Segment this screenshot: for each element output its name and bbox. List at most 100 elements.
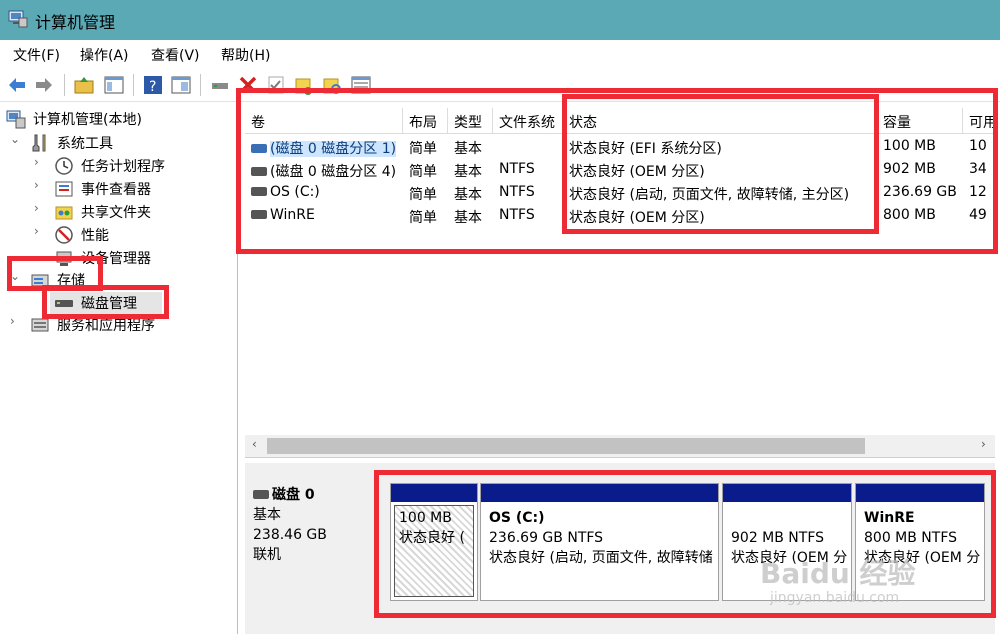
- properties-pane-icon[interactable]: [170, 74, 192, 96]
- menu-action[interactable]: 操作(A): [80, 45, 129, 65]
- toolbar: ?: [0, 68, 1000, 102]
- table-cell[interactable]: 800 MB: [877, 207, 963, 229]
- table-cell[interactable]: 状态良好 (EFI 系统分区): [563, 138, 877, 160]
- tree-item-label: 磁盘管理: [81, 296, 137, 312]
- volume-icon: [251, 166, 267, 176]
- volume-name: OS (C:): [270, 184, 320, 200]
- scrollbar-thumb[interactable]: [267, 438, 865, 454]
- table-cell[interactable]: 简单: [403, 184, 448, 206]
- chevron-down-icon[interactable]: ⌄: [10, 132, 22, 146]
- disk-info[interactable]: 磁盘 0 基本 238.46 GB 联机: [253, 485, 378, 603]
- horizontal-scrollbar[interactable]: ‹ ›: [245, 435, 995, 457]
- volume-name: WinRE: [270, 207, 315, 223]
- watermark-brand: Baidu 经验: [760, 557, 916, 590]
- tree-item-label: 事件查看器: [81, 182, 151, 198]
- table-cell[interactable]: NTFS: [493, 184, 563, 206]
- scroll-left-arrow-icon[interactable]: ‹: [252, 437, 257, 451]
- table-cell[interactable]: 基本: [448, 184, 493, 206]
- column-header-capacity[interactable]: 容量: [877, 108, 963, 134]
- show-hide-tree-icon[interactable]: [103, 74, 125, 96]
- scroll-right-arrow-icon[interactable]: ›: [981, 437, 986, 451]
- table-cell[interactable]: 49: [963, 207, 995, 229]
- table-cell[interactable]: 12: [963, 184, 995, 206]
- disk-icon: [253, 489, 269, 499]
- help-icon[interactable]: ?: [142, 74, 164, 96]
- computer-management-icon: [8, 10, 28, 28]
- watermark-url: jingyan.baidu.com: [770, 590, 900, 606]
- partition-size: 100 MB: [399, 510, 452, 526]
- partition-text: 100 MB 状态良好 (: [399, 508, 475, 548]
- chevron-right-icon[interactable]: ›: [34, 178, 46, 192]
- chevron-right-icon[interactable]: ›: [34, 155, 46, 169]
- column-header-type[interactable]: 类型: [448, 108, 493, 134]
- toolbar-separator: [200, 74, 201, 96]
- shared-folder-icon: [55, 206, 73, 220]
- column-header-layout[interactable]: 布局: [403, 108, 448, 134]
- table-cell[interactable]: 34: [963, 161, 995, 183]
- table-cell[interactable]: OS (C:): [245, 184, 403, 206]
- chevron-right-icon[interactable]: ›: [34, 201, 46, 215]
- storage-icon: [31, 274, 49, 287]
- table-cell[interactable]: [493, 138, 563, 160]
- connect-drive-icon[interactable]: [209, 74, 231, 96]
- chevron-right-icon[interactable]: ›: [10, 314, 22, 328]
- back-arrow-icon[interactable]: [6, 74, 28, 96]
- table-cell[interactable]: NTFS: [493, 161, 563, 183]
- table-cell[interactable]: 状态良好 (启动, 页面文件, 故障转储, 主分区): [563, 184, 877, 206]
- table-cell[interactable]: 基本: [448, 207, 493, 229]
- tree-item-label: 系统工具: [57, 136, 113, 152]
- menu-help[interactable]: 帮助(H): [221, 45, 270, 65]
- partition-efi[interactable]: 100 MB 状态良好 (: [390, 483, 478, 601]
- table-cell[interactable]: 简单: [403, 138, 448, 160]
- disk-status: 联机: [253, 547, 281, 563]
- table-cell[interactable]: (磁盘 0 磁盘分区 1): [245, 138, 403, 160]
- services-icon: [31, 318, 49, 332]
- navigation-tree: 计算机管理(本地) ⌄ 系统工具 › 任务计划程序 › 事件查看器 › 共享文件…: [0, 103, 238, 634]
- table-cell[interactable]: 简单: [403, 207, 448, 229]
- table-cell[interactable]: 10: [963, 138, 995, 160]
- new-folder-icon[interactable]: [293, 74, 315, 96]
- column-header-filesystem[interactable]: 文件系统: [493, 108, 563, 134]
- menu-file[interactable]: 文件(F): [13, 45, 60, 65]
- table-cell[interactable]: 902 MB: [877, 161, 963, 183]
- table-cell[interactable]: NTFS: [493, 207, 563, 229]
- chevron-down-icon[interactable]: ⌄: [10, 269, 22, 283]
- partition-status: 状态良好 (启动, 页面文件, 故障转储: [489, 550, 713, 566]
- tree-item-disk-management[interactable]: 磁盘管理: [50, 292, 162, 314]
- tree-item-label: 共享文件夹: [81, 205, 151, 221]
- table-cell[interactable]: (磁盘 0 磁盘分区 4): [245, 161, 403, 183]
- forward-arrow-icon[interactable]: [33, 74, 55, 96]
- toolbar-separator: [133, 74, 134, 96]
- partition-os-c[interactable]: OS (C:) 236.69 GB NTFS 状态良好 (启动, 页面文件, 故…: [480, 483, 719, 601]
- window-icon[interactable]: [350, 74, 372, 96]
- partition-text: OS (C:) 236.69 GB NTFS 状态良好 (启动, 页面文件, 故…: [489, 508, 716, 568]
- table-cell[interactable]: 状态良好 (OEM 分区): [563, 207, 877, 229]
- table-cell[interactable]: WinRE: [245, 207, 403, 229]
- table-cell[interactable]: 236.69 GB: [877, 184, 963, 206]
- table-cell[interactable]: 基本: [448, 138, 493, 160]
- up-folder-icon[interactable]: [73, 74, 95, 96]
- partition-status: 状态良好 (: [399, 530, 465, 546]
- table-cell[interactable]: 状态良好 (OEM 分区): [563, 161, 877, 183]
- partition-name: OS (C:): [489, 510, 545, 526]
- search-folder-icon[interactable]: [321, 74, 343, 96]
- window-title: 计算机管理: [35, 13, 116, 32]
- table-cell[interactable]: 100 MB: [877, 138, 963, 160]
- table-cell[interactable]: 简单: [403, 161, 448, 183]
- disk-graph-view: 磁盘 0 基本 238.46 GB 联机 100 MB 状态良好 ( OS (C…: [245, 463, 995, 634]
- table-cell[interactable]: 基本: [448, 161, 493, 183]
- clock-icon: [55, 157, 73, 175]
- title-bar: 计算机管理: [0, 0, 1000, 40]
- volume-icon: [251, 143, 267, 153]
- volume-name: (磁盘 0 磁盘分区 1): [270, 141, 397, 157]
- toolbar-separator: [64, 74, 65, 96]
- check-icon[interactable]: [265, 74, 287, 96]
- column-header-free[interactable]: 可用: [963, 108, 995, 134]
- chevron-right-icon[interactable]: ›: [34, 224, 46, 238]
- column-header-volume[interactable]: 卷: [245, 108, 403, 134]
- delete-icon[interactable]: [237, 74, 259, 96]
- tree-item-label: 计算机管理(本地): [33, 112, 142, 128]
- menu-view[interactable]: 查看(V): [151, 45, 200, 65]
- partition-size: 800 MB NTFS: [864, 530, 958, 546]
- column-header-status[interactable]: 状态: [563, 108, 877, 134]
